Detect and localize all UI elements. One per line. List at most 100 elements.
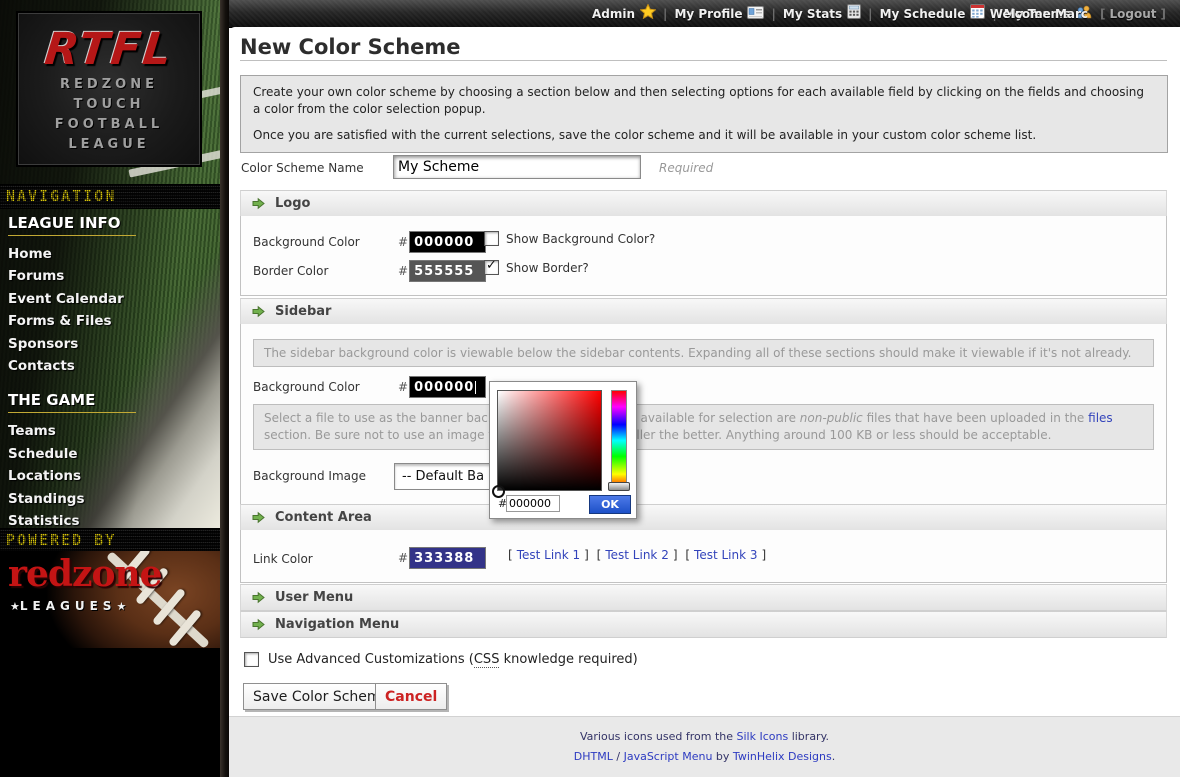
section-box-sidebar: The sidebar background color is viewable…: [240, 324, 1167, 505]
section-header-content-area[interactable]: Content Area: [240, 504, 1167, 531]
green-arrow-icon: [252, 511, 265, 524]
background-image-label: Background Image: [253, 469, 366, 483]
link-color-label: Link Color: [253, 552, 313, 566]
nav-section-league-info: LEAGUE INFO: [8, 214, 136, 236]
sidebar-item-standings[interactable]: Standings: [8, 488, 212, 510]
green-arrow-icon: [252, 618, 265, 631]
section-box-logo: Background Color # 000000 Show Backgroun…: [240, 216, 1167, 296]
sidebar-edge-strip: [220, 0, 229, 777]
redzone-leagues-logo[interactable]: redzone ★LEAGUES★: [0, 551, 220, 648]
section-header-sidebar[interactable]: Sidebar: [240, 298, 1167, 325]
topbar-separator: |: [868, 7, 872, 21]
sidebar-item-contacts[interactable]: Contacts: [8, 355, 212, 377]
files-link[interactable]: files: [1088, 411, 1113, 425]
test-link-1[interactable]: Test Link 1: [517, 548, 580, 562]
non-public-emphasis: non-public: [800, 411, 863, 425]
topbar-item-admin[interactable]: Admin: [592, 4, 656, 23]
text-caret: [475, 381, 476, 394]
star-glyph: ★: [116, 600, 126, 613]
main-content: New Color Scheme Create your own color s…: [229, 27, 1180, 777]
topbar-item-my-profile[interactable]: My Profile: [674, 4, 764, 23]
star-glyph: ★: [10, 600, 20, 613]
scheme-name-label: Color Scheme Name: [241, 161, 364, 175]
advanced-customizations-checkbox[interactable]: [244, 652, 259, 667]
test-link-2[interactable]: Test Link 2: [605, 548, 668, 562]
logo-bg-color-field: # 000000: [398, 231, 486, 253]
cancel-button[interactable]: Cancel: [375, 683, 447, 710]
link-color-input[interactable]: 333388: [409, 547, 486, 569]
hue-slider-handle[interactable]: [608, 482, 630, 491]
star-icon: [640, 4, 656, 23]
navigation-banner-text: NAVIGATION: [6, 185, 116, 208]
required-hint: Required: [659, 161, 713, 175]
nav-section-the-game: THE GAME: [8, 391, 136, 413]
vcard-icon: [747, 4, 764, 23]
sidebar-bg-color-input[interactable]: 000000: [409, 376, 486, 398]
logo-border-color-input[interactable]: 555555: [409, 260, 486, 282]
intro-help-box: Create your own color scheme by choosing…: [240, 75, 1168, 153]
league-logo-line: LEAGUE: [19, 135, 199, 155]
navigation-banner: NAVIGATION: [0, 184, 220, 209]
redzone-wordmark: redzone: [8, 553, 162, 595]
green-arrow-icon: [252, 591, 265, 604]
test-links: [Test Link 1] [Test Link 2] [Test Link 3…: [506, 548, 768, 562]
silk-icons-link[interactable]: Silk Icons: [737, 730, 789, 743]
banner-image-note-box: Select a file to use as the banner backg…: [253, 404, 1154, 450]
picker-hex-input[interactable]: [506, 495, 560, 512]
section-header-user-menu[interactable]: User Menu: [240, 584, 1167, 611]
footer: Various icons used from the Silk Icons l…: [229, 716, 1180, 777]
sidebar-item-forms-files[interactable]: Forms & Files: [8, 310, 212, 332]
javascript-menu-link[interactable]: JavaScript Menu: [624, 750, 713, 763]
calendar-icon: [970, 4, 985, 23]
welcome-text: Welcome Marc: [990, 7, 1088, 21]
sidebar-item-locations[interactable]: Locations: [8, 465, 212, 487]
green-arrow-icon: [252, 305, 265, 318]
league-logo[interactable]: RTFL REDZONE TOUCH FOOTBALL LEAGUE: [18, 13, 200, 165]
advanced-customizations-row: Use Advanced Customizations (CSS knowled…: [244, 652, 638, 667]
logo-border-color-label: Border Color: [253, 264, 328, 278]
sidebar-item-event-calendar[interactable]: Event Calendar: [8, 288, 212, 310]
sidebar-nav: LEAGUE INFO Home Forums Event Calendar F…: [8, 208, 212, 532]
logo-bg-color-input[interactable]: 000000: [409, 231, 486, 253]
sidebar-item-forums[interactable]: Forums: [8, 265, 212, 287]
test-link-3[interactable]: Test Link 3: [694, 548, 757, 562]
dhtml-link[interactable]: DHTML: [574, 750, 613, 763]
green-arrow-icon: [252, 197, 265, 210]
title-divider: [240, 60, 1167, 61]
sidebar-bg-color-label: Background Color: [253, 380, 360, 394]
topbar-separator: |: [771, 7, 775, 21]
footer-credits-icons: Various icons used from the Silk Icons l…: [229, 730, 1180, 743]
topbar: Admin | My Profile | My Stats | My Sched…: [229, 0, 1180, 28]
advanced-customizations-label: Use Advanced Customizations (CSS knowled…: [268, 652, 638, 667]
picker-ok-button[interactable]: OK: [589, 495, 631, 514]
sidebar-item-teams[interactable]: Teams: [8, 420, 212, 442]
scheme-name-input[interactable]: [393, 155, 641, 179]
logout-button[interactable]: [ Logout ]: [1100, 7, 1166, 21]
sidebar-item-schedule[interactable]: Schedule: [8, 443, 212, 465]
league-logo-line: FOOTBALL: [19, 115, 199, 135]
color-picker-popup: # OK: [489, 381, 637, 519]
sidebar-item-sponsors[interactable]: Sponsors: [8, 333, 212, 355]
footer-credits-menu: DHTML / JavaScript Menu by TwinHelix Des…: [229, 750, 1180, 763]
sidebar-bottom-fill: [0, 648, 220, 777]
logo-border-show-row: Show Border?: [484, 260, 589, 275]
hue-slider[interactable]: [611, 390, 627, 491]
show-border-checkbox[interactable]: [484, 260, 499, 275]
intro-paragraph: Create your own color scheme by choosing…: [253, 84, 1155, 118]
logo-border-color-field: # 555555: [398, 260, 486, 282]
league-logo-abbr: RTFL: [16, 24, 201, 75]
section-header-logo[interactable]: Logo: [240, 190, 1167, 217]
css-abbr: CSS: [474, 652, 500, 668]
show-background-color-checkbox[interactable]: [484, 231, 499, 246]
topbar-user-area: Welcome Marc [ Logout ]: [990, 0, 1166, 27]
powered-by-text: POWERED BY: [6, 529, 116, 552]
section-header-navigation-menu[interactable]: Navigation Menu: [240, 611, 1167, 638]
twinhelix-designs-link[interactable]: TwinHelix Designs: [733, 750, 832, 763]
league-logo-line: REDZONE: [19, 75, 199, 95]
sidebar-item-home[interactable]: Home: [8, 243, 212, 265]
saturation-gradient-area[interactable]: [497, 390, 602, 491]
topbar-item-my-stats[interactable]: My Stats: [783, 4, 861, 23]
logo-bg-color-label: Background Color: [253, 235, 360, 249]
topbar-separator: |: [663, 7, 667, 21]
topbar-item-my-schedule[interactable]: My Schedule: [880, 4, 986, 23]
